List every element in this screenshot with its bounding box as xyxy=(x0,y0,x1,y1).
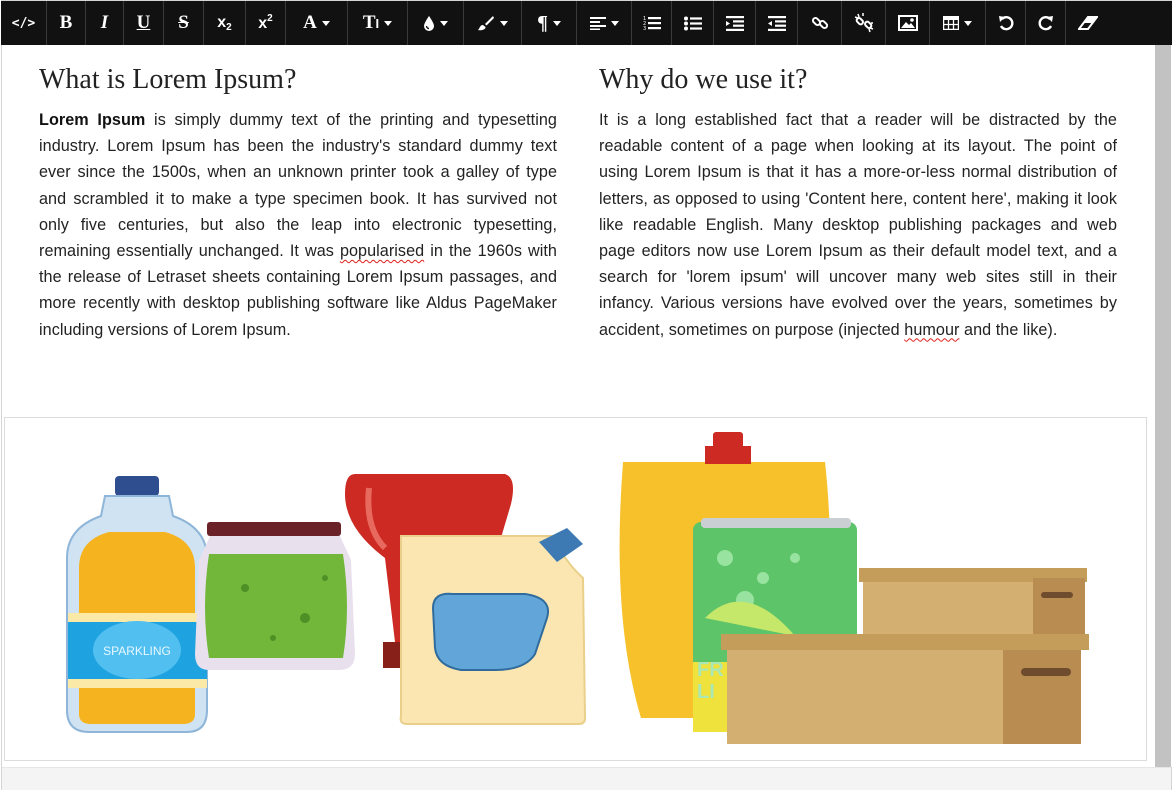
font-family-icon: A xyxy=(303,12,317,33)
chevron-down-icon xyxy=(384,20,393,26)
redo-button[interactable] xyxy=(1026,1,1066,45)
font-size-letter: T xyxy=(362,12,376,33)
indent-icon xyxy=(767,15,786,31)
bold-icon: B xyxy=(59,12,73,33)
grocery-illustration: SPARKLING FR LI xyxy=(66,432,1089,744)
insert-table-dropdown[interactable] xyxy=(930,1,986,45)
scrollbar-thumb[interactable] xyxy=(1155,45,1171,767)
clear-formatting-icon xyxy=(1078,16,1098,30)
chevron-down-icon xyxy=(610,20,619,26)
chevron-down-icon xyxy=(321,20,330,26)
text-color-icon xyxy=(424,16,434,31)
superscript-suffix: 2 xyxy=(267,13,273,24)
background-color-dropdown[interactable] xyxy=(464,1,522,45)
right-heading: Why do we use it? xyxy=(599,64,808,95)
left-heading: What is Lorem Ipsum? xyxy=(39,64,297,95)
outdent-button[interactable] xyxy=(714,1,756,45)
svg-text:3: 3 xyxy=(643,26,646,31)
strikethrough-icon: S xyxy=(178,12,189,33)
font-family-dropdown[interactable]: A xyxy=(286,1,348,45)
sparkling-bottle-graphic: SPARKLING xyxy=(66,476,208,733)
underline-button[interactable]: U xyxy=(124,1,164,45)
insert-link-button[interactable] xyxy=(798,1,842,45)
editor-content-area[interactable]: What is Lorem Ipsum? Lorem Ipsum is simp… xyxy=(2,45,1152,791)
can-label-line-1: FR xyxy=(697,659,724,681)
editor-toolbar: </> B I U S x2 x2 A TI ¶ 123 xyxy=(1,1,1172,45)
chevron-down-icon xyxy=(440,20,448,26)
undo-button[interactable] xyxy=(986,1,1026,45)
insert-image-icon xyxy=(897,15,918,31)
right-text-part-1: It is a long established fact that a rea… xyxy=(599,111,1117,339)
italic-button[interactable]: I xyxy=(86,1,124,45)
right-column: Why do we use it? It is a long establish… xyxy=(599,63,1117,343)
font-size-bar: I xyxy=(375,16,380,31)
subscript-icon: x2 xyxy=(217,14,231,33)
text-color-dropdown[interactable] xyxy=(408,1,464,45)
ordered-list-icon: 123 xyxy=(643,16,661,31)
subscript-suffix: 2 xyxy=(226,21,232,33)
italic-icon: I xyxy=(100,12,109,33)
misspelled-word[interactable]: popularised xyxy=(340,242,424,260)
mayonnaise-pouch-graphic xyxy=(399,528,587,725)
subscript-button[interactable]: x2 xyxy=(204,1,246,45)
underline-icon: U xyxy=(136,12,151,33)
align-icon xyxy=(589,17,606,30)
bottle-label-text: SPARKLING xyxy=(103,644,171,658)
strikethrough-button[interactable]: S xyxy=(164,1,204,45)
subscript-base: x xyxy=(217,13,227,31)
chevron-down-icon xyxy=(552,20,561,26)
background-color-icon xyxy=(478,16,494,31)
code-view-icon: </> xyxy=(11,15,36,31)
left-text-part-1: is simply dummy text of the printing and… xyxy=(39,111,557,261)
outdent-icon xyxy=(725,15,744,31)
superscript-button[interactable]: x2 xyxy=(246,1,286,45)
grocery-products-image[interactable]: SPARKLING FR LI xyxy=(4,417,1147,761)
bold-button[interactable]: B xyxy=(47,1,86,45)
chevron-down-icon xyxy=(964,20,972,26)
unordered-list-button[interactable] xyxy=(672,1,714,45)
font-size-dropdown[interactable]: TI xyxy=(348,1,408,45)
font-size-icon: TI xyxy=(363,12,379,34)
left-column: What is Lorem Ipsum? Lorem Ipsum is simp… xyxy=(39,63,557,343)
redo-icon xyxy=(1038,16,1053,31)
unlink-icon xyxy=(854,13,873,33)
chevron-down-icon xyxy=(500,20,508,26)
align-dropdown[interactable] xyxy=(577,1,632,45)
right-paragraph: It is a long established fact that a rea… xyxy=(599,107,1117,343)
undo-icon xyxy=(998,16,1013,31)
unordered-list-icon xyxy=(683,16,702,30)
right-text-part-2: and the like). xyxy=(959,320,1058,339)
insert-link-icon xyxy=(811,16,828,30)
superscript-base: x xyxy=(258,15,268,32)
ordered-list-button[interactable]: 123 xyxy=(632,1,672,45)
bold-lead-text: Lorem Ipsum xyxy=(39,111,146,129)
left-paragraph: Lorem Ipsum is simply dummy text of the … xyxy=(39,107,557,343)
misspelled-word[interactable]: humour xyxy=(904,321,959,339)
editor-status-bar xyxy=(2,767,1171,790)
pickle-jar-graphic xyxy=(195,522,355,670)
code-view-button[interactable]: </> xyxy=(1,1,47,45)
superscript-icon: x2 xyxy=(258,13,272,33)
insert-image-button[interactable] xyxy=(886,1,930,45)
paragraph-format-icon: ¶ xyxy=(537,11,548,34)
indent-button[interactable] xyxy=(756,1,798,45)
insert-table-icon xyxy=(943,16,959,30)
paragraph-format-dropdown[interactable]: ¶ xyxy=(522,1,577,45)
unlink-button[interactable] xyxy=(842,1,886,45)
clear-formatting-button[interactable] xyxy=(1066,1,1110,45)
can-label-line-2: LI xyxy=(697,681,715,703)
